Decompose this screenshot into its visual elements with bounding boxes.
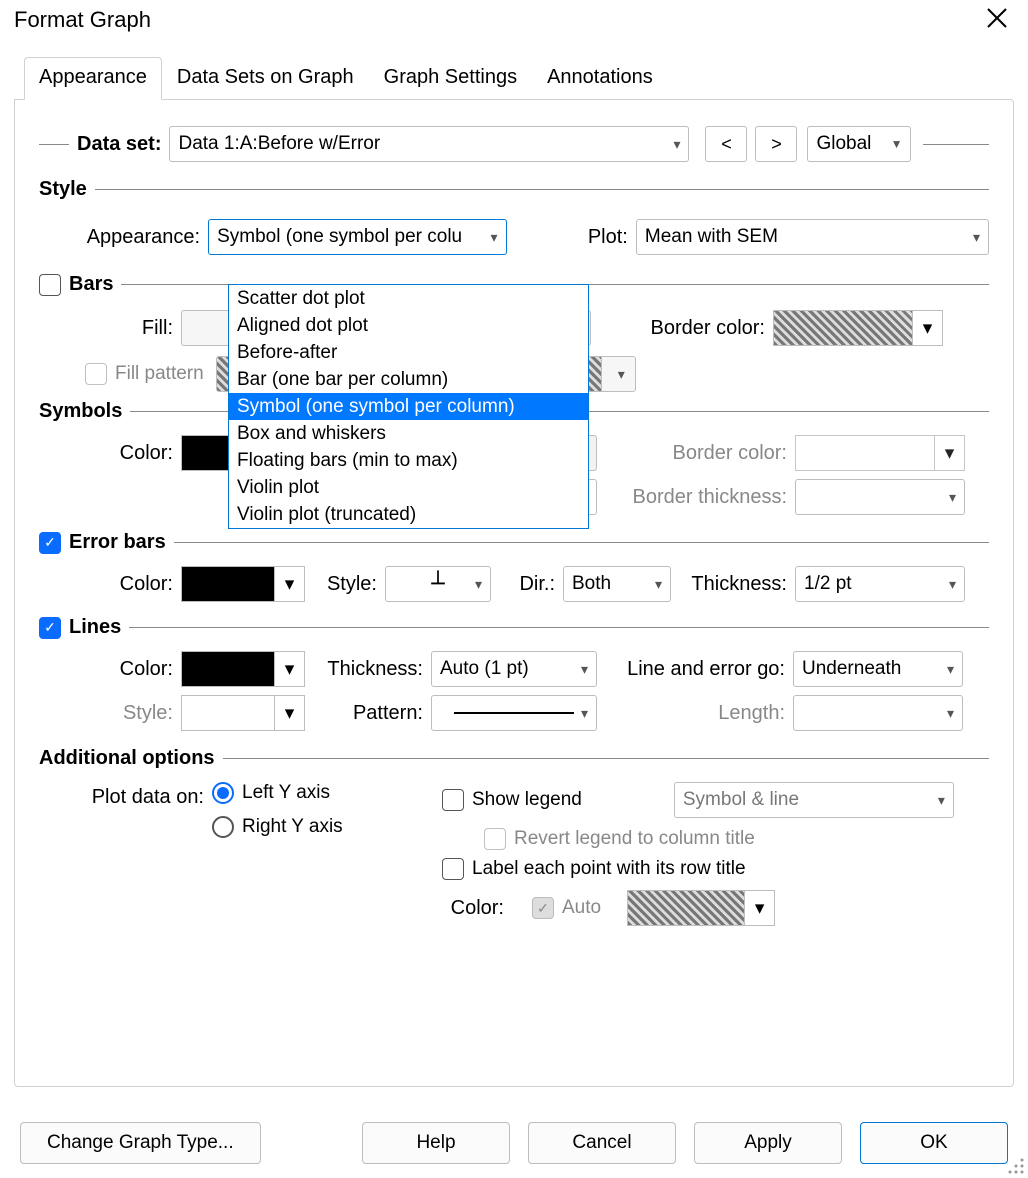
appearance-option[interactable]: Floating bars (min to max)	[229, 447, 588, 474]
appearance-option[interactable]: Scatter dot plot	[229, 285, 588, 312]
error-bars-checkbox[interactable]: ✓	[39, 532, 61, 554]
symbols-border-color-label: Border color:	[597, 442, 795, 465]
bars-checkbox[interactable]	[39, 274, 61, 296]
lines-pattern-select[interactable]: ▾	[431, 695, 597, 731]
data-set-select[interactable]: Data 1:A:Before w/Error▾	[169, 126, 689, 162]
symbols-section-title: Symbols	[39, 400, 122, 423]
symbols-color-label: Color:	[39, 442, 181, 465]
error-t-icon: ┴	[431, 572, 444, 597]
bars-border-color[interactable]: ▾	[773, 310, 943, 346]
tab-bar: Appearance Data Sets on Graph Graph Sett…	[24, 56, 1028, 99]
appearance-dropdown-list[interactable]: Scatter dot plotAligned dot plotBefore-a…	[228, 284, 589, 529]
lines-go-label: Line and error go:	[597, 658, 793, 681]
auto-color-checkbox: ✓	[532, 897, 554, 919]
lines-checkbox[interactable]: ✓	[39, 617, 61, 639]
appearance-option[interactable]: Aligned dot plot	[229, 312, 588, 339]
lines-thickness-label: Thickness:	[305, 658, 431, 681]
appearance-option[interactable]: Box and whiskers	[229, 420, 588, 447]
revert-legend-checkbox	[484, 828, 506, 850]
appearance-option[interactable]: Before-after	[229, 339, 588, 366]
additional-color: ▾	[627, 890, 775, 926]
symbols-border-thickness-label: Border thickness:	[597, 486, 795, 509]
error-style-label: Style:	[305, 573, 385, 596]
error-color-label: Color:	[39, 573, 181, 596]
lines-color-label: Color:	[39, 658, 181, 681]
error-style-select[interactable]: ┴ ▾	[385, 566, 491, 602]
legend-type-select[interactable]: Symbol & line▾	[674, 782, 954, 818]
additional-section-title: Additional options	[39, 747, 215, 770]
error-thickness-select[interactable]: 1/2 pt▾	[795, 566, 965, 602]
solid-line-icon	[454, 712, 574, 714]
appearance-option[interactable]: Violin plot	[229, 474, 588, 501]
tab-appearance[interactable]: Appearance	[24, 57, 162, 100]
appearance-option[interactable]: Symbol (one symbol per column)	[229, 393, 588, 420]
prev-data-set-button[interactable]: <	[705, 126, 747, 162]
bars-section-title: Bars	[69, 273, 113, 296]
lines-color[interactable]: ▾	[181, 651, 305, 687]
window-title: Format Graph	[14, 7, 151, 33]
left-y-radio[interactable]	[212, 782, 234, 804]
error-dir-label: Dir.:	[491, 573, 563, 596]
close-icon[interactable]	[980, 6, 1014, 34]
apply-button[interactable]: Apply	[694, 1122, 842, 1164]
fill-pattern-label: Fill pattern	[115, 363, 204, 385]
change-graph-type-button[interactable]: Change Graph Type...	[20, 1122, 261, 1164]
lines-pattern-label: Pattern:	[305, 702, 431, 725]
tab-graph-settings[interactable]: Graph Settings	[369, 57, 532, 100]
appearance-select[interactable]: Symbol (one symbol per colu▾	[208, 219, 506, 255]
resize-grip-icon[interactable]	[1006, 1156, 1026, 1176]
label-each-point-checkbox[interactable]	[442, 858, 464, 880]
global-select[interactable]: Global▼	[807, 126, 911, 162]
ok-button[interactable]: OK	[860, 1122, 1008, 1164]
lines-length-select: ▾	[793, 695, 963, 731]
additional-color-label: Color:	[442, 897, 512, 920]
bars-border-label: Border color:	[591, 317, 773, 340]
plot-select[interactable]: Mean with SEM▾	[636, 219, 989, 255]
tab-data-sets[interactable]: Data Sets on Graph	[162, 57, 369, 100]
error-color[interactable]: ▾	[181, 566, 305, 602]
symbols-border-thickness-select: ▾	[795, 479, 965, 515]
lines-style-select: ▾	[181, 695, 305, 731]
error-bars-section-title: Error bars	[69, 531, 166, 554]
error-dir-select[interactable]: Both▾	[563, 566, 671, 602]
appearance-option[interactable]: Violin plot (truncated)	[229, 501, 588, 528]
next-data-set-button[interactable]: >	[755, 126, 797, 162]
fill-pattern-checkbox	[85, 363, 107, 385]
lines-length-label: Length:	[597, 702, 793, 725]
lines-go-select[interactable]: Underneath▾	[793, 651, 963, 687]
tab-annotations[interactable]: Annotations	[532, 57, 668, 100]
plot-label: Plot:	[507, 226, 636, 249]
cancel-button[interactable]: Cancel	[528, 1122, 676, 1164]
help-button[interactable]: Help	[362, 1122, 510, 1164]
style-section-title: Style	[39, 178, 87, 201]
lines-style-label: Style:	[39, 702, 181, 725]
show-legend-checkbox[interactable]	[442, 789, 464, 811]
symbols-border-color: ▾	[795, 435, 965, 471]
lines-section-title: Lines	[69, 616, 121, 639]
right-y-radio[interactable]	[212, 816, 234, 838]
lines-thickness-select[interactable]: Auto (1 pt)▾	[431, 651, 597, 687]
data-set-label: Data set:	[77, 133, 169, 156]
plot-on-label: Plot data on:	[39, 782, 212, 809]
appearance-option[interactable]: Bar (one bar per column)	[229, 366, 588, 393]
error-thickness-label: Thickness:	[671, 573, 795, 596]
appearance-panel: Data set: Data 1:A:Before w/Error▾ < > G…	[14, 99, 1014, 1087]
appearance-label: Appearance:	[39, 226, 208, 249]
bars-fill-label: Fill:	[39, 317, 181, 340]
